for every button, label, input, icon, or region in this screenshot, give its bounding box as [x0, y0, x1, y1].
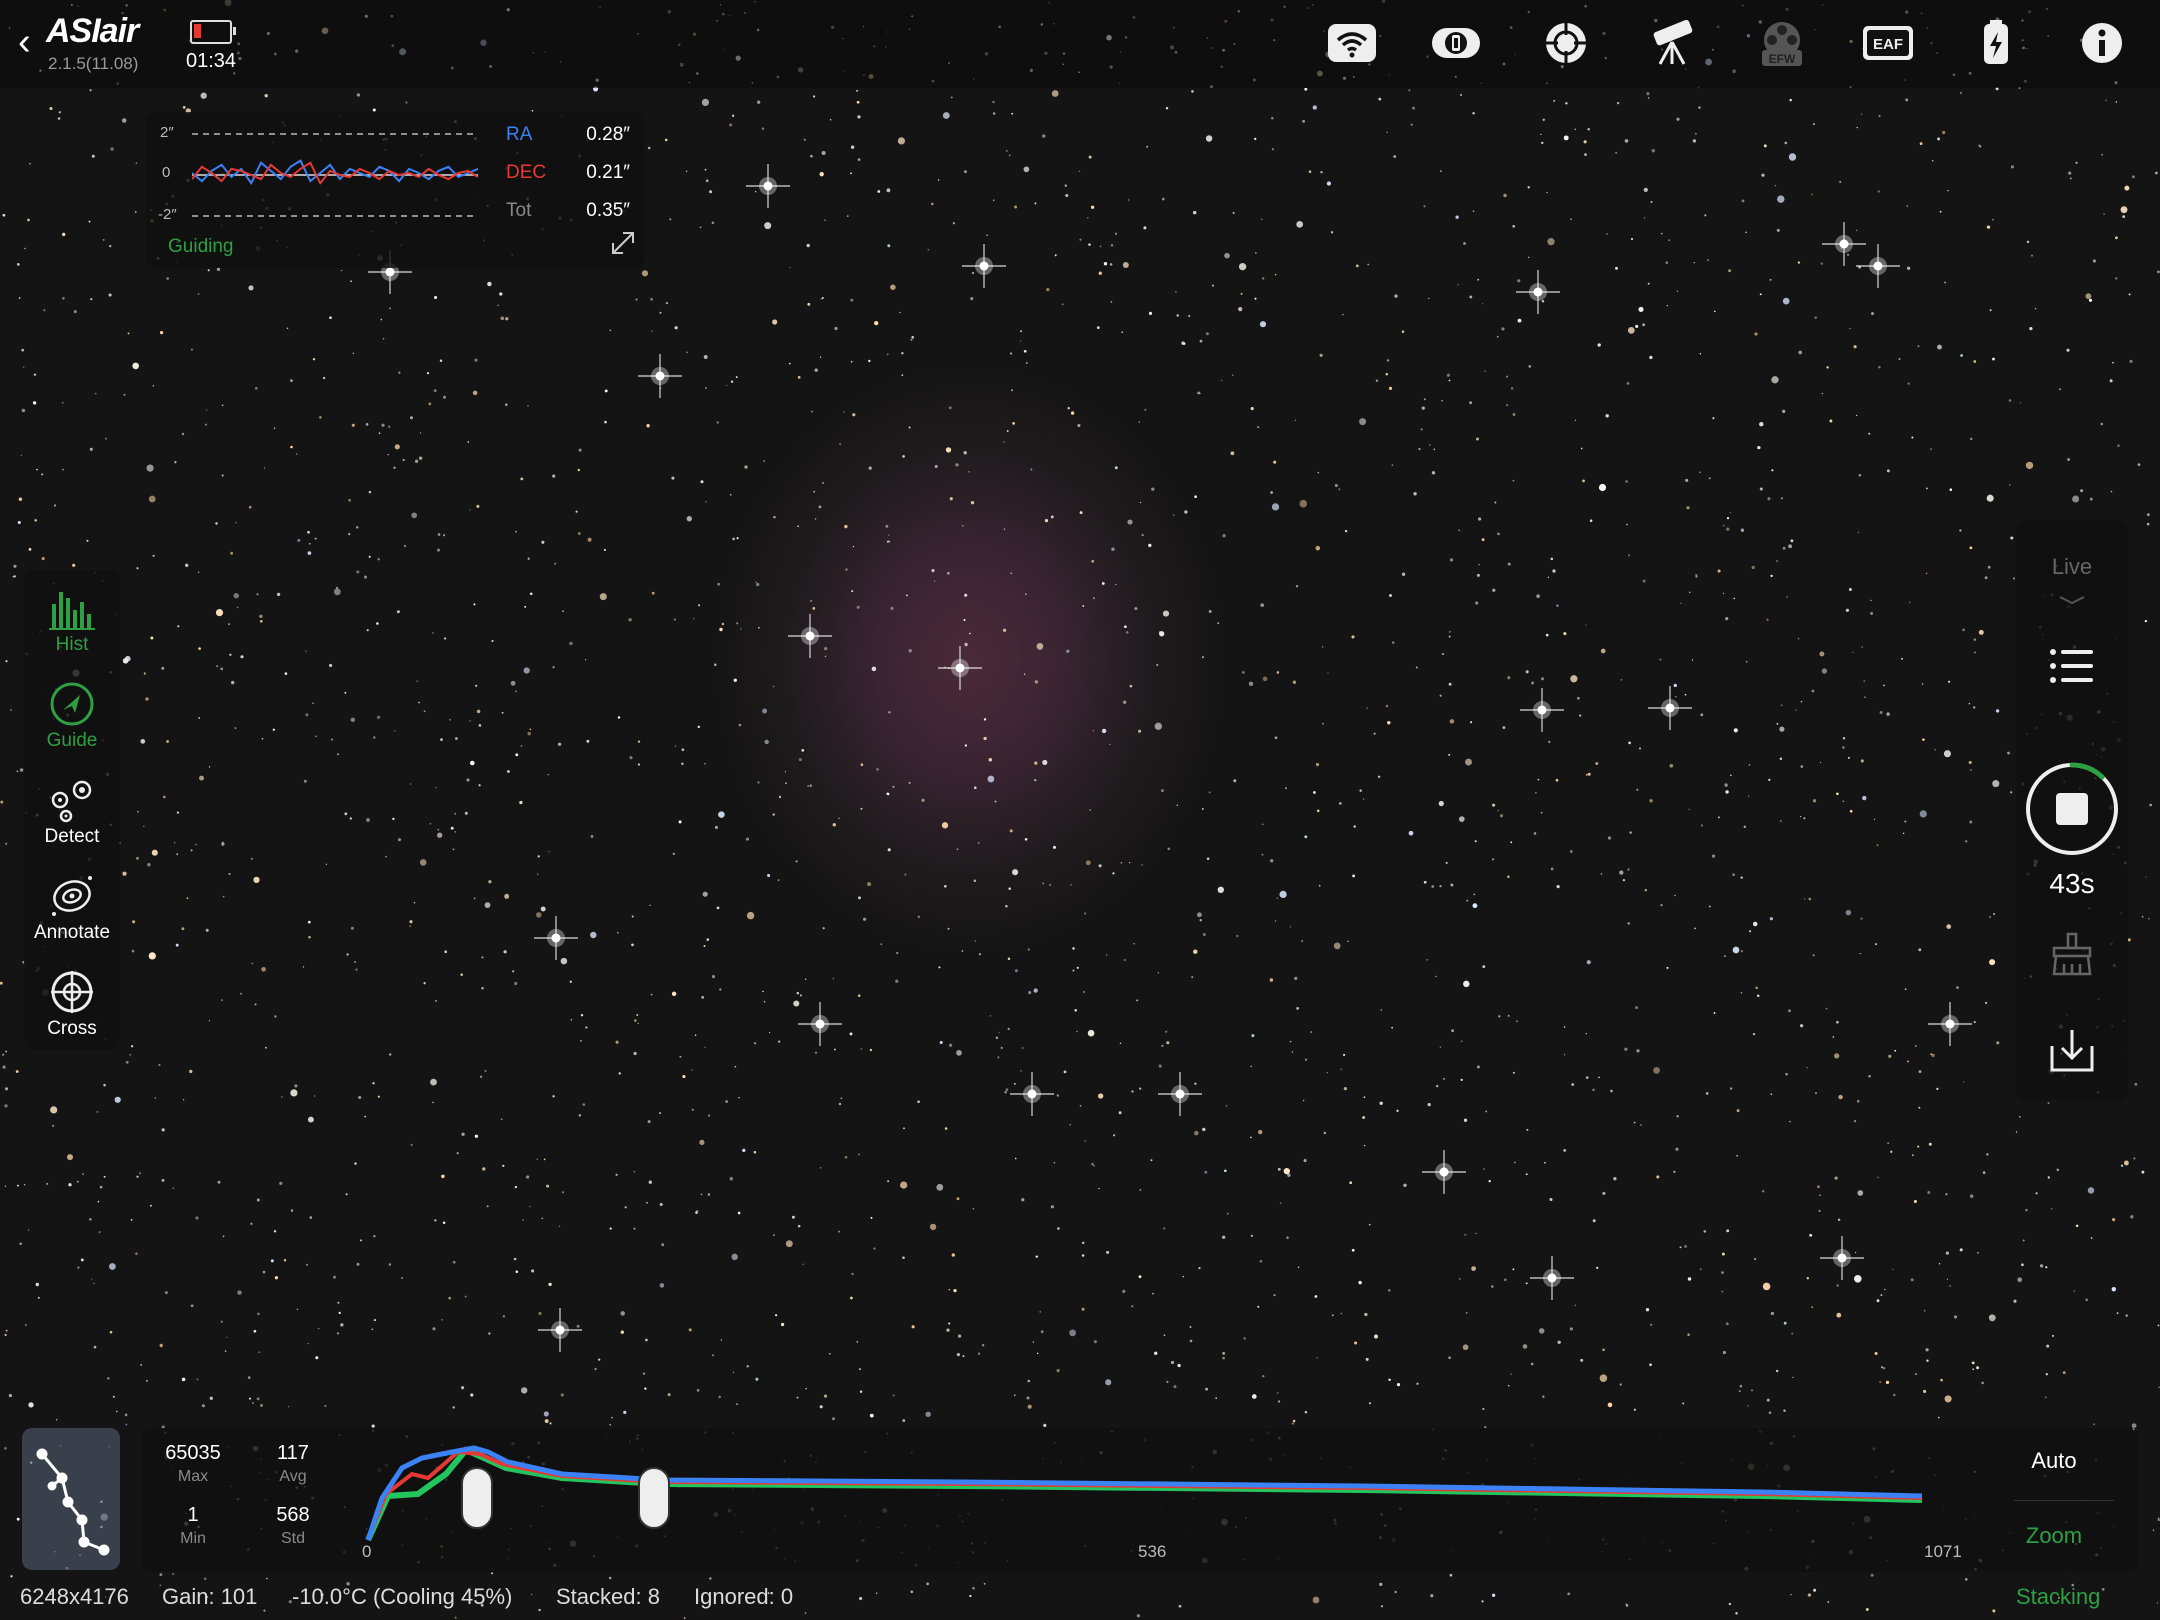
eaf-focuser-icon[interactable]: EAF [1860, 18, 1916, 68]
hist-avg-value: 117 [277, 1442, 309, 1464]
download-icon[interactable] [2048, 1026, 2096, 1074]
guide-error-graph [192, 133, 478, 217]
app-logo: ASIair [46, 12, 139, 50]
tot-value: 0.35″ [586, 200, 630, 221]
hist-min-label: Min [180, 1530, 206, 1547]
eaf-label: EAF [1873, 36, 1903, 53]
annotate-galaxy-icon [52, 876, 92, 916]
guide-arrow-icon [50, 682, 94, 726]
guide-tick-top: 2″ [160, 124, 174, 141]
clean-brush-icon[interactable] [2048, 930, 2096, 978]
hist-max-label: Max [177, 1468, 209, 1485]
battery-level-fill [194, 24, 201, 38]
hist-divider [2014, 1500, 2114, 1501]
tool-guide[interactable]: Guide [24, 674, 120, 764]
exposure-countdown: 43s [2049, 868, 2095, 899]
hist-avg-label: Avg [279, 1468, 307, 1485]
tool-hist-label: Hist [55, 634, 89, 655]
zoom-button[interactable]: Zoom [1984, 1523, 2124, 1549]
ra-label: RA [506, 124, 533, 145]
image-resolution: 6248x4176 [20, 1584, 129, 1609]
top-bar: ‹ ASIair 2.1.5(11.08) 01:34 EFW EAF [0, 0, 2160, 88]
wifi-icon[interactable] [1324, 18, 1380, 68]
right-toolbar: Live 43s [2016, 520, 2128, 1100]
histogram-panel: 65035 Max 117 Avg 1 Min 568 Std 0 536 10… [142, 1428, 2138, 1572]
auto-stretch-button[interactable]: Auto [1984, 1448, 2124, 1474]
ignored-count: Ignored: 0 [694, 1584, 794, 1609]
hist-min-value: 1 [187, 1504, 199, 1526]
stacked-count: Stacked: 8 [556, 1584, 660, 1609]
telescope-icon[interactable] [1644, 18, 1700, 68]
stop-icon [2056, 793, 2088, 825]
ra-value: 0.28″ [586, 124, 630, 145]
info-icon[interactable] [2074, 18, 2130, 68]
guide-target-icon[interactable] [1538, 18, 1594, 68]
histogram-white-point-handle[interactable] [638, 1467, 670, 1529]
tool-annotate-label: Annotate [33, 922, 111, 943]
list-icon[interactable] [2048, 646, 2096, 686]
efw-label: EFW [1769, 52, 1796, 66]
tot-label: Tot [506, 200, 532, 221]
histogram-icon [49, 592, 95, 630]
crosshair-icon [51, 971, 93, 1013]
histogram-graph[interactable] [362, 1428, 1982, 1572]
camera-gain: Gain: 101 [162, 1584, 258, 1609]
hist-axis-mid: 536 [1138, 1542, 1167, 1561]
hist-axis-start: 0 [362, 1542, 372, 1561]
tool-guide-label: Guide [46, 730, 98, 751]
usb-power-icon[interactable] [1968, 18, 2024, 68]
left-toolbar: Hist Guide Detect Annotate Cross [24, 570, 120, 1050]
guiding-graph-panel[interactable]: 2″ 0 -2″ RA 0.28″ DEC 0.21″ Tot 0.35″ Gu… [146, 112, 644, 268]
tool-hist[interactable]: Hist [24, 578, 120, 668]
camera-icon[interactable] [1428, 18, 1484, 68]
hist-max-value: 65035 [165, 1442, 221, 1464]
constellation-icon [36, 1448, 110, 1556]
efw-filter-wheel-icon[interactable]: EFW [1754, 18, 1810, 68]
dec-label: DEC [506, 162, 547, 183]
status-bar: 6248x4176 Gain: 101 -10.0°C (Cooling 45%… [0, 1580, 2160, 1620]
stop-capture-button[interactable] [2023, 760, 2121, 858]
tool-cross-label: Cross [47, 1018, 97, 1039]
detect-stars-icon [51, 780, 92, 823]
back-chevron-icon[interactable]: ‹ [18, 22, 46, 62]
hist-std-label: Std [280, 1530, 305, 1547]
live-mode-button[interactable]: Live [2016, 554, 2128, 580]
hist-std-value: 568 [276, 1504, 310, 1526]
guide-tick-zero: 0 [162, 164, 171, 181]
sensor-temperature: -10.0°C (Cooling 45%) [292, 1584, 513, 1609]
expand-icon[interactable] [610, 230, 636, 256]
exposure-progress-arc [2069, 762, 2105, 780]
app-version: 2.1.5(11.08) [48, 54, 139, 73]
tool-detect-label: Detect [44, 826, 100, 847]
stacking-mode-status: Stacking [2016, 1584, 2101, 1609]
chevron-down-icon[interactable] [2056, 594, 2088, 606]
sky-map-button[interactable] [22, 1428, 120, 1570]
tool-annotate[interactable]: Annotate [24, 866, 120, 956]
tool-cross[interactable]: Cross [24, 962, 120, 1052]
dec-value: 0.21″ [586, 162, 630, 183]
hist-green-line [365, 1446, 1923, 1542]
hist-axis-end: 1071 [1924, 1542, 1962, 1561]
clock: 01:34 [186, 50, 237, 72]
tool-detect[interactable]: Detect [24, 770, 120, 860]
histogram-black-point-handle[interactable] [461, 1467, 493, 1529]
guiding-status: Guiding [168, 236, 234, 257]
guide-tick-bottom: -2″ [158, 206, 177, 223]
battery-icon [190, 20, 236, 44]
